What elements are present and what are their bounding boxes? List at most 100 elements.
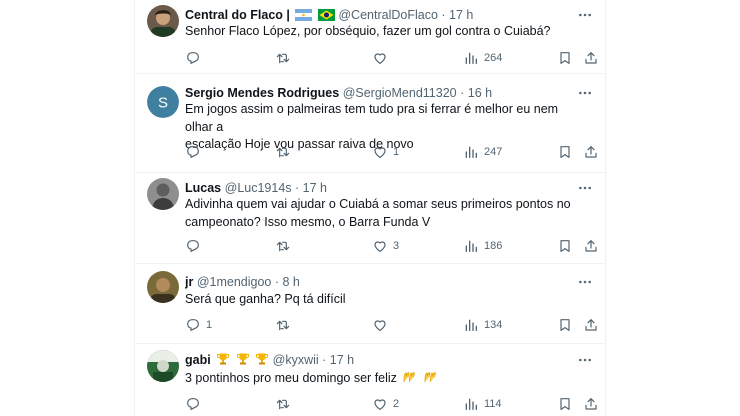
post-text: Senhor Flaco López, por obséquio, fazer …	[185, 23, 587, 41]
post-time[interactable]: · 16 h	[460, 86, 492, 100]
post-text-line: Senhor Flaco López, por obséquio, fazer …	[185, 24, 551, 38]
timeline-feed: Central do Flaco | @CentralDoFlaco · 17 …	[134, 0, 606, 416]
retweet-button[interactable]	[275, 238, 296, 254]
post-card[interactable]: S Sergio Mendes Rodrigues @SergioMend113…	[135, 73, 605, 173]
more-options-icon[interactable]	[577, 352, 593, 368]
reply-button[interactable]	[185, 238, 206, 254]
reply-icon	[185, 238, 201, 254]
display-name[interactable]: Sergio Mendes Rodrigues	[185, 86, 339, 100]
post-card[interactable]: Lucas @Luc1914s · 17 h Adivinha quem vai…	[135, 172, 605, 264]
post-card[interactable]: gabi @kyxwii · 17 h 3 pontinhos pro meu …	[135, 343, 605, 416]
like-button[interactable]: 3	[372, 238, 399, 254]
user-handle[interactable]: @SergioMend11320	[343, 86, 457, 100]
retweet-button[interactable]	[275, 317, 296, 333]
bookmark-button[interactable]	[557, 317, 573, 333]
reply-button[interactable]	[185, 144, 206, 160]
views-chart-icon	[463, 144, 479, 160]
retweet-button[interactable]	[275, 396, 296, 412]
avatar[interactable]: S	[147, 86, 179, 118]
bookmark-button[interactable]	[557, 50, 573, 66]
user-handle[interactable]: @kyxwii	[273, 353, 319, 367]
share-icon	[583, 144, 599, 160]
share-button[interactable]	[583, 50, 599, 66]
display-name[interactable]: Lucas	[185, 181, 221, 195]
views-chart-icon	[463, 238, 479, 254]
heart-icon	[372, 144, 388, 160]
avatar[interactable]	[147, 271, 179, 303]
views-button[interactable]: 264	[463, 50, 502, 66]
views-chart-icon	[463, 317, 479, 333]
action-bar: 2 114	[185, 396, 597, 412]
action-bar: 1 247	[185, 144, 597, 160]
more-options-icon[interactable]	[577, 85, 593, 101]
heart-icon	[372, 317, 388, 333]
user-handle[interactable]: @CentralDoFlaco	[338, 8, 438, 22]
avatar[interactable]	[147, 178, 179, 210]
reply-count: 1	[206, 319, 213, 331]
post-text-content: 3 pontinhos pro meu domingo ser feliz	[185, 371, 397, 385]
post-text-line: campeonato? Isso mesmo, o Barra Funda V	[185, 214, 431, 229]
views-button[interactable]: 247	[463, 144, 502, 160]
like-button[interactable]: 2	[372, 396, 399, 412]
view-count: 134	[484, 319, 503, 331]
argentina-flag-icon	[295, 9, 313, 21]
retweet-icon	[275, 50, 291, 66]
like-button[interactable]: 1	[372, 144, 399, 160]
post-time[interactable]: · 17 h	[295, 181, 327, 195]
display-name[interactable]: Central do Flaco |	[185, 8, 290, 22]
display-name[interactable]: gabi	[185, 353, 211, 367]
share-icon	[583, 50, 599, 66]
reply-button[interactable]: 1	[185, 317, 212, 333]
post-time[interactable]: · 17 h	[441, 8, 473, 22]
like-count: 1	[393, 146, 400, 158]
trophy-icon	[256, 353, 269, 365]
post-time[interactable]: · 17 h	[322, 353, 354, 367]
reply-icon	[185, 317, 201, 333]
post-text-line: Em jogos assim o palmeiras tem tudo pra …	[185, 102, 559, 134]
share-icon	[583, 238, 599, 254]
retweet-icon	[275, 238, 291, 254]
post-card[interactable]: jr @1mendigoo · 8 h Será que ganha? Pq t…	[135, 263, 605, 344]
action-bar: 3 186	[185, 238, 597, 254]
display-name[interactable]: jr	[185, 275, 193, 289]
more-options-icon[interactable]	[577, 274, 593, 290]
post-card[interactable]: Central do Flaco | @CentralDoFlaco · 17 …	[135, 0, 605, 74]
bookmark-icon	[557, 238, 573, 254]
action-bar: 264	[185, 50, 597, 66]
views-button[interactable]: 186	[463, 238, 502, 254]
avatar[interactable]	[147, 350, 179, 382]
retweet-button[interactable]	[275, 144, 296, 160]
post-text-line: Adivinha quem vai ajudar o Cuiabá a soma…	[185, 197, 571, 211]
view-count: 264	[484, 52, 503, 64]
share-button[interactable]	[583, 396, 599, 412]
raising-hands-icon	[424, 371, 436, 383]
more-options-icon[interactable]	[577, 7, 593, 23]
trophy-icon	[236, 353, 249, 365]
share-button[interactable]	[583, 144, 599, 160]
heart-icon	[372, 396, 388, 412]
action-bar: 1 134	[185, 317, 597, 333]
post-time[interactable]: · 8 h	[275, 275, 300, 289]
post-text: Adivinha quem vai ajudar o Cuiabá a soma…	[185, 196, 587, 231]
user-handle[interactable]: @Luc1914s	[225, 181, 292, 195]
like-button[interactable]	[372, 50, 393, 66]
post-header: gabi @kyxwii · 17 h	[185, 352, 569, 368]
avatar[interactable]	[147, 5, 179, 37]
retweet-icon	[275, 144, 291, 160]
share-button[interactable]	[583, 317, 599, 333]
views-button[interactable]: 114	[463, 396, 502, 412]
reply-icon	[185, 50, 201, 66]
views-chart-icon	[463, 50, 479, 66]
user-handle[interactable]: @1mendigoo	[197, 275, 272, 289]
like-button[interactable]	[372, 317, 393, 333]
heart-icon	[372, 238, 388, 254]
views-button[interactable]: 134	[463, 317, 502, 333]
reply-button[interactable]	[185, 396, 206, 412]
more-options-icon[interactable]	[577, 180, 593, 196]
bookmark-button[interactable]	[557, 396, 573, 412]
bookmark-button[interactable]	[557, 238, 573, 254]
bookmark-button[interactable]	[557, 144, 573, 160]
retweet-button[interactable]	[275, 50, 296, 66]
reply-button[interactable]	[185, 50, 206, 66]
share-button[interactable]	[583, 238, 599, 254]
